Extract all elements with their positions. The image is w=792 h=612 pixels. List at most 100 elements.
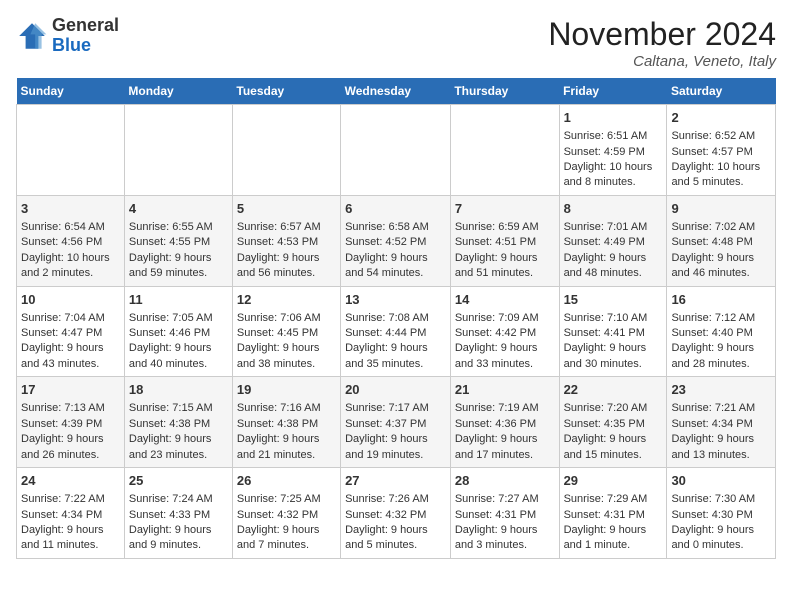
day-number: 23 (671, 381, 771, 399)
calendar-cell: 25Sunrise: 7:24 AM Sunset: 4:33 PM Dayli… (124, 468, 232, 559)
day-number: 9 (671, 200, 771, 218)
calendar-cell: 9 Sunrise: 7:02 AM Sunset: 4:48 PM Daylig… (667, 195, 776, 286)
day-info: Sunrise: 7:01 AM Sunset: 4:49 PM Dayligh… (564, 221, 648, 279)
day-number: 8 (564, 200, 663, 218)
calendar-cell: 11 Sunrise: 7:05 AM Sunset: 4:46 PM Dayli… (124, 286, 232, 377)
day-info: Sunrise: 7:20 AM Sunset: 4:35 PM Dayligh… (564, 402, 648, 460)
day-number: 3 (21, 200, 120, 218)
calendar-cell: 10 Sunrise: 7:04 AM Sunset: 4:47 PM Dayli… (17, 286, 125, 377)
day-number: 20 (345, 381, 446, 399)
calendar-week-3: 17 Sunrise: 7:13 AM Sunset: 4:39 PM Dayli… (17, 377, 776, 468)
calendar-cell: 12 Sunrise: 7:06 AM Sunset: 4:45 PM Dayli… (232, 286, 340, 377)
day-info: Sunrise: 7:24 AM Sunset: 4:33 PM Dayligh… (129, 493, 213, 551)
calendar-cell: 28 Sunrise: 7:27 AM Sunset: 4:31 PM Dayli… (450, 468, 559, 559)
day-number: 21 (455, 381, 555, 399)
day-number: 30 (671, 472, 771, 490)
calendar-cell: 5Sunrise: 6:57 AM Sunset: 4:53 PM Daylig… (232, 195, 340, 286)
day-number: 13 (345, 291, 446, 309)
calendar-cell: 3 Sunrise: 6:54 AM Sunset: 4:56 PM Daylig… (17, 195, 125, 286)
calendar-body: 1Sunrise: 6:51 AM Sunset: 4:59 PM Daylig… (17, 105, 776, 559)
page-header: General Blue November 2024 Caltana, Vene… (16, 16, 776, 70)
day-info: Sunrise: 7:30 AM Sunset: 4:30 PM Dayligh… (671, 493, 755, 551)
day-info: Sunrise: 7:19 AM Sunset: 4:36 PM Dayligh… (455, 402, 539, 460)
day-number: 7 (455, 200, 555, 218)
calendar-cell: 4 Sunrise: 6:55 AM Sunset: 4:55 PM Daylig… (124, 195, 232, 286)
day-info: Sunrise: 7:02 AM Sunset: 4:48 PM Dayligh… (671, 221, 755, 279)
calendar-cell: 13 Sunrise: 7:08 AM Sunset: 4:44 PM Dayli… (341, 286, 451, 377)
day-info: Sunrise: 7:12 AM Sunset: 4:40 PM Dayligh… (671, 312, 755, 370)
day-info: Sunrise: 7:29 AM Sunset: 4:31 PM Dayligh… (564, 493, 648, 551)
calendar-cell: 24Sunrise: 7:22 AM Sunset: 4:34 PM Dayli… (17, 468, 125, 559)
calendar-cell: 21 Sunrise: 7:19 AM Sunset: 4:36 PM Dayli… (450, 377, 559, 468)
day-number: 27 (345, 472, 446, 490)
day-header-sunday: Sunday (17, 78, 125, 105)
calendar-cell: 7 Sunrise: 6:59 AM Sunset: 4:51 PM Daylig… (450, 195, 559, 286)
day-info: Sunrise: 7:25 AM Sunset: 4:32 PM Dayligh… (237, 493, 321, 551)
calendar-cell: 14 Sunrise: 7:09 AM Sunset: 4:42 PM Dayli… (450, 286, 559, 377)
calendar-cell: 18Sunrise: 7:15 AM Sunset: 4:38 PM Dayli… (124, 377, 232, 468)
day-number: 1 (564, 109, 663, 127)
day-number: 18 (129, 381, 228, 399)
day-header-thursday: Thursday (450, 78, 559, 105)
day-info: Sunrise: 7:06 AM Sunset: 4:45 PM Dayligh… (237, 312, 321, 370)
calendar-cell: 19Sunrise: 7:16 AM Sunset: 4:38 PM Dayli… (232, 377, 340, 468)
day-number: 6 (345, 200, 446, 218)
day-info: Sunrise: 6:55 AM Sunset: 4:55 PM Dayligh… (129, 221, 213, 279)
day-info: Sunrise: 7:21 AM Sunset: 4:34 PM Dayligh… (671, 402, 755, 460)
day-header-tuesday: Tuesday (232, 78, 340, 105)
title-block: November 2024 Caltana, Veneto, Italy (548, 16, 776, 70)
calendar-cell (124, 105, 232, 196)
calendar-cell: 30 Sunrise: 7:30 AM Sunset: 4:30 PM Dayli… (667, 468, 776, 559)
day-info: Sunrise: 7:08 AM Sunset: 4:44 PM Dayligh… (345, 312, 429, 370)
calendar-cell (341, 105, 451, 196)
logo-text: General Blue (52, 16, 119, 56)
month-title: November 2024 (548, 16, 776, 53)
calendar-week-2: 10 Sunrise: 7:04 AM Sunset: 4:47 PM Dayli… (17, 286, 776, 377)
day-header-saturday: Saturday (667, 78, 776, 105)
calendar-table: SundayMondayTuesdayWednesdayThursdayFrid… (16, 78, 776, 559)
calendar-cell (232, 105, 340, 196)
calendar-cell: 29Sunrise: 7:29 AM Sunset: 4:31 PM Dayli… (559, 468, 667, 559)
day-info: Sunrise: 7:27 AM Sunset: 4:31 PM Dayligh… (455, 493, 539, 551)
day-number: 26 (237, 472, 336, 490)
day-info: Sunrise: 6:54 AM Sunset: 4:56 PM Dayligh… (21, 221, 110, 279)
calendar-cell: 16 Sunrise: 7:12 AM Sunset: 4:40 PM Dayli… (667, 286, 776, 377)
logo: General Blue (16, 16, 119, 56)
day-number: 17 (21, 381, 120, 399)
calendar-cell: 27 Sunrise: 7:26 AM Sunset: 4:32 PM Dayli… (341, 468, 451, 559)
day-number: 12 (237, 291, 336, 309)
location: Caltana, Veneto, Italy (548, 53, 776, 70)
calendar-cell: 1Sunrise: 6:51 AM Sunset: 4:59 PM Daylig… (559, 105, 667, 196)
day-number: 22 (564, 381, 663, 399)
day-number: 14 (455, 291, 555, 309)
calendar-week-1: 3 Sunrise: 6:54 AM Sunset: 4:56 PM Daylig… (17, 195, 776, 286)
calendar-cell (450, 105, 559, 196)
day-info: Sunrise: 7:05 AM Sunset: 4:46 PM Dayligh… (129, 312, 213, 370)
day-number: 11 (129, 291, 228, 309)
calendar-cell: 20 Sunrise: 7:17 AM Sunset: 4:37 PM Dayli… (341, 377, 451, 468)
calendar-cell: 23 Sunrise: 7:21 AM Sunset: 4:34 PM Dayli… (667, 377, 776, 468)
calendar-cell: 17 Sunrise: 7:13 AM Sunset: 4:39 PM Dayli… (17, 377, 125, 468)
header-row: SundayMondayTuesdayWednesdayThursdayFrid… (17, 78, 776, 105)
day-info: Sunrise: 7:17 AM Sunset: 4:37 PM Dayligh… (345, 402, 429, 460)
calendar-cell: 22 Sunrise: 7:20 AM Sunset: 4:35 PM Dayli… (559, 377, 667, 468)
day-info: Sunrise: 7:04 AM Sunset: 4:47 PM Dayligh… (21, 312, 105, 370)
day-number: 4 (129, 200, 228, 218)
calendar-cell: 8 Sunrise: 7:01 AM Sunset: 4:49 PM Daylig… (559, 195, 667, 286)
day-info: Sunrise: 7:13 AM Sunset: 4:39 PM Dayligh… (21, 402, 105, 460)
day-number: 19 (237, 381, 336, 399)
calendar-cell: 26 Sunrise: 7:25 AM Sunset: 4:32 PM Dayli… (232, 468, 340, 559)
day-info: Sunrise: 7:09 AM Sunset: 4:42 PM Dayligh… (455, 312, 539, 370)
day-info: Sunrise: 6:59 AM Sunset: 4:51 PM Dayligh… (455, 221, 539, 279)
calendar-cell: 6Sunrise: 6:58 AM Sunset: 4:52 PM Daylig… (341, 195, 451, 286)
day-number: 5 (237, 200, 336, 218)
logo-general: General (52, 15, 119, 35)
day-number: 2 (671, 109, 771, 127)
logo-blue: Blue (52, 35, 91, 55)
day-info: Sunrise: 7:26 AM Sunset: 4:32 PM Dayligh… (345, 493, 429, 551)
day-info: Sunrise: 7:22 AM Sunset: 4:34 PM Dayligh… (21, 493, 105, 551)
day-number: 16 (671, 291, 771, 309)
day-info: Sunrise: 6:52 AM Sunset: 4:57 PM Dayligh… (671, 130, 760, 188)
day-number: 28 (455, 472, 555, 490)
day-number: 10 (21, 291, 120, 309)
